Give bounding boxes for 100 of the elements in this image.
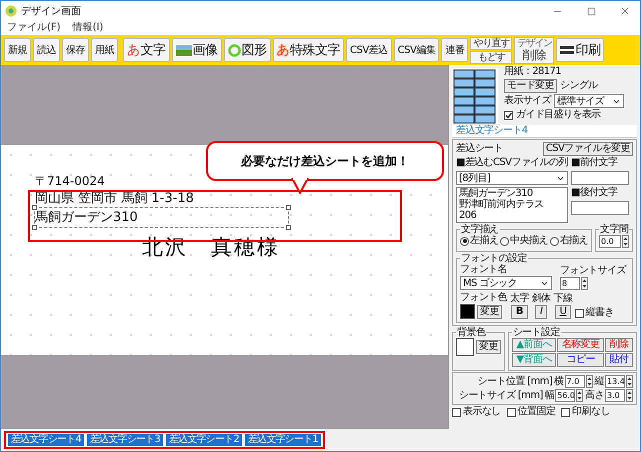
group-label: 差込シート: [456, 143, 504, 155]
font-size-label: フォントサイズ: [560, 264, 626, 276]
printer-icon: [560, 45, 574, 55]
sheet-action-button[interactable]: 貼付: [605, 353, 633, 367]
number-field[interactable]: 8: [560, 276, 580, 290]
close-icon: [619, 5, 631, 17]
delete-design-button[interactable]: デザイン 削除: [514, 36, 554, 64]
checkmark-icon: [505, 112, 512, 118]
number-field[interactable]: 56.0: [555, 389, 576, 402]
style-label: 太字: [510, 293, 529, 305]
toolbar-button[interactable]: 保存: [62, 38, 89, 62]
number-field[interactable]: 13.4: [605, 375, 625, 388]
position-row-label: シート位置 [mm]: [478, 376, 552, 388]
number-field[interactable]: 7.0: [564, 375, 585, 388]
vertical-checkbox[interactable]: [575, 308, 584, 318]
number-field[interactable]: 3.0: [605, 389, 625, 402]
preview-list: 馬飼ガーデン310 野津町前河内テラス 206: [456, 187, 568, 223]
option-label: 印刷なし: [572, 406, 610, 418]
option-label: 表示なし: [463, 406, 501, 418]
spinner-icon[interactable]: [626, 389, 633, 402]
redo-button[interactable]: やり直す: [470, 36, 512, 50]
option-label: 位置固定: [518, 406, 556, 418]
maximize-icon: [586, 6, 596, 16]
shape-button[interactable]: 図形: [224, 38, 270, 62]
option-checkbox[interactable]: [506, 408, 516, 416]
dimension-label: 幅: [544, 390, 554, 402]
display-size-label: 表示サイズ: [504, 95, 552, 107]
spinner-icon[interactable]: [586, 375, 593, 388]
address-line[interactable]: 馬飼ガーデン310: [35, 208, 288, 227]
spinner-icon[interactable]: [581, 276, 588, 290]
align-radio[interactable]: [500, 236, 510, 246]
guide-checkbox[interactable]: [504, 110, 513, 120]
print-button[interactable]: 印刷: [556, 38, 604, 62]
csv-change-button[interactable]: CSVファイルを変更: [542, 142, 633, 156]
toolbar-button[interactable]: 連番: [441, 38, 468, 62]
font-select[interactable]: MS ゴシック: [460, 276, 552, 290]
font-group-label: フォントの設定: [460, 253, 528, 264]
prefix-label: ■前付文字: [571, 157, 618, 169]
callout-tail: [291, 178, 309, 194]
toolbar-button[interactable]: 用紙: [91, 38, 118, 62]
dimension-label: 横: [554, 376, 564, 388]
align-option-label: 中央揃え: [510, 235, 548, 247]
sheet-action-button[interactable]: コピー: [557, 353, 604, 367]
paper-code: 用紙：28171: [504, 66, 562, 78]
toolbar-button[interactable]: CSV差込: [346, 38, 392, 62]
image-button[interactable]: 画像: [172, 38, 222, 62]
suffix-field[interactable]: [571, 201, 629, 215]
option-checkbox[interactable]: [561, 408, 570, 416]
column-select[interactable]: [8列目]: [456, 171, 568, 185]
toolbar-button[interactable]: 新規: [4, 38, 31, 62]
menu-item[interactable]: ファイル(F): [7, 22, 61, 34]
circle-icon: [228, 44, 240, 56]
align-radio[interactable]: [460, 236, 469, 246]
spinner-icon[interactable]: [626, 375, 633, 388]
style-toggle-button[interactable]: I: [535, 305, 548, 319]
toolbar-button[interactable]: 読込: [33, 38, 60, 62]
align-option-label: 右揃え: [560, 235, 588, 247]
suffix-label: ■後付文字: [571, 187, 618, 199]
style-toggle-button[interactable]: B: [510, 305, 528, 319]
align-radio[interactable]: [550, 236, 559, 246]
style-label: 斜体: [532, 293, 551, 305]
align-option-label: 左揃え: [470, 235, 498, 247]
sheet-tab[interactable]: 差込文字シート1: [244, 434, 321, 446]
landscape-icon: [176, 44, 192, 56]
number-field[interactable]: 0.0: [599, 235, 622, 248]
spinner-icon[interactable]: [576, 389, 584, 402]
address-line[interactable]: 岡山県 笠岡市 馬飼 1-3-18: [35, 189, 194, 208]
mode-change-button[interactable]: モード変更: [504, 79, 558, 93]
style-label: 下線: [554, 293, 572, 305]
label-sheet-drawing: [452, 68, 498, 124]
menu-item[interactable]: 情報(I): [72, 22, 104, 34]
guide-label: ガイド目盛りを表示: [516, 109, 601, 121]
mode-label: シングル: [560, 80, 598, 92]
vertical-label: 縦書き: [585, 307, 614, 319]
dimension-label: 高さ: [585, 390, 604, 402]
display-size-select[interactable]: 標準サイズ: [554, 94, 624, 108]
special-text-button[interactable]: あ特殊文字: [272, 38, 344, 62]
font-color-change-button[interactable]: 変更: [477, 304, 502, 318]
sheet-tab[interactable]: 差込文字シート4: [8, 434, 84, 446]
sheet-tab[interactable]: 差込文字シート2: [166, 434, 242, 446]
toolbar-button[interactable]: CSV編集: [394, 38, 440, 62]
align-label: 文字揃え: [460, 224, 500, 235]
sheet-tab[interactable]: 差込文字シート3: [86, 434, 163, 446]
text-button[interactable]: あ文字: [123, 38, 170, 62]
background-label: 背景色: [456, 327, 486, 338]
sheet-title: 差込文字シート4: [452, 125, 637, 138]
app-icon: [5, 5, 17, 17]
sheet-settings-label: シート設定: [512, 327, 561, 338]
font-name-label: フォント名: [460, 264, 508, 276]
style-toggle-button[interactable]: U: [554, 305, 572, 319]
font-color-label: フォント色: [460, 292, 508, 304]
spinner-icon[interactable]: [622, 235, 629, 248]
position-row-label: シートサイズ [mm]: [458, 390, 543, 402]
window-title: デザイン画面: [21, 5, 82, 18]
prefix-field[interactable]: [571, 171, 629, 185]
postal-code: 〒714-0024: [35, 173, 105, 189]
undo-button[interactable]: もどす: [470, 50, 512, 64]
spacing-label: 文字間: [599, 224, 630, 235]
option-checkbox[interactable]: [452, 408, 461, 416]
background-change-button[interactable]: 変更: [476, 340, 501, 354]
